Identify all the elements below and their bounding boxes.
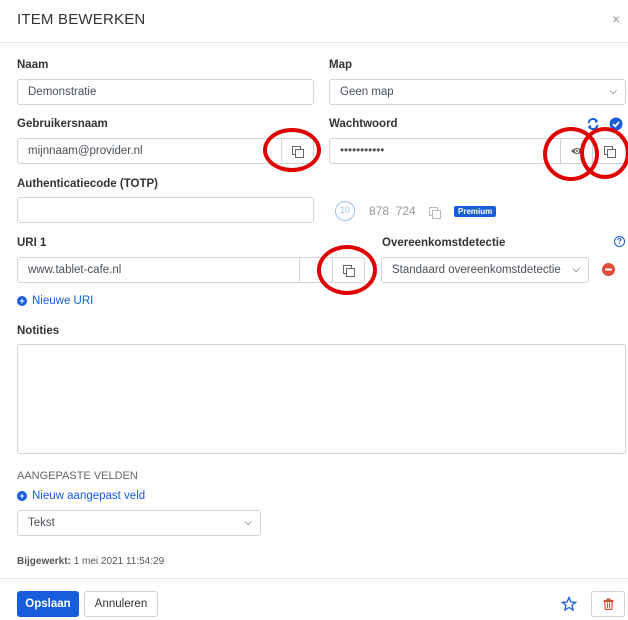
password-input[interactable]: ••••••••••• (329, 138, 561, 164)
copy-icon (343, 264, 355, 277)
match-detection-value: Standaard overeenkomstdetectie (392, 264, 561, 276)
toggle-password-button[interactable] (560, 138, 593, 164)
updated-label: Bijgewerkt: (17, 556, 71, 567)
copy-uri-button[interactable] (332, 257, 365, 283)
save-button[interactable]: Opslaan (17, 591, 79, 617)
delete-button[interactable] (591, 591, 625, 617)
folder-select[interactable]: Geen map ⌵ (329, 79, 626, 105)
copy-icon (603, 145, 616, 158)
chevron-down-icon: ⌵ (572, 264, 580, 275)
star-icon[interactable] (561, 596, 577, 612)
header-divider (0, 42, 628, 43)
new-custom-field-label: Nieuw aangepast veld (32, 490, 146, 502)
new-uri-label: Nieuwe URI (32, 295, 94, 307)
updated-info: Bijgewerkt: 1 mei 2021 11:54:29 (17, 556, 164, 567)
custom-field-type-select[interactable]: Tekst ⌵ (17, 510, 261, 536)
name-input[interactable]: Demonstratie (17, 79, 314, 105)
cancel-button[interactable]: Annuleren (84, 591, 158, 617)
folder-label: Map (329, 59, 352, 71)
notes-label: Notities (17, 325, 60, 337)
eye-icon (570, 148, 583, 154)
username-input[interactable]: mijnnaam@provider.nl (17, 138, 282, 164)
new-custom-field-link[interactable]: + Nieuw aangepast veld (17, 490, 145, 502)
name-label: Naam (17, 59, 49, 71)
totp-countdown: 10 (335, 201, 355, 221)
premium-badge[interactable]: Premium (454, 206, 497, 217)
notes-textarea[interactable] (17, 344, 626, 454)
custom-fields-heading: AANGEPASTE VELDEN (17, 470, 138, 482)
copy-password-button[interactable] (592, 138, 626, 164)
help-icon[interactable]: ? (614, 236, 625, 247)
launch-uri-button[interactable] (299, 257, 333, 283)
totp-input[interactable] (17, 197, 314, 223)
chevron-down-icon: ⌵ (244, 517, 252, 528)
uri-input[interactable]: www.tablet-cafe.nl (17, 257, 300, 283)
match-detection-label: Overeenkomstdetectie (382, 237, 506, 249)
updated-value: 1 mei 2021 11:54:29 (73, 556, 165, 567)
match-detection-select[interactable]: Standaard overeenkomstdetectie ⌵ (381, 257, 589, 283)
username-label: Gebruikersnaam (17, 118, 108, 130)
folder-select-value: Geen map (340, 86, 394, 98)
totp-code: 878 724 (369, 204, 416, 218)
check-circle-icon[interactable] (609, 117, 623, 131)
plus-circle-icon: + (17, 296, 27, 306)
custom-field-type-value: Tekst (28, 517, 55, 529)
uri-label: URI 1 (17, 237, 47, 249)
password-label: Wachtwoord (329, 118, 398, 130)
refresh-icon[interactable] (586, 117, 600, 131)
plus-circle-icon: + (17, 491, 27, 501)
minus-circle-icon[interactable] (602, 263, 615, 276)
footer-divider (0, 578, 628, 579)
new-uri-link[interactable]: + Nieuwe URI (17, 295, 93, 307)
trash-icon (603, 598, 613, 610)
totp-label: Authenticatiecode (TOTP) (17, 178, 158, 190)
dialog-title: ITEM BEWERKEN (17, 11, 146, 28)
copy-icon (292, 145, 304, 158)
chevron-down-icon: ⌵ (609, 86, 617, 97)
copy-username-button[interactable] (281, 138, 314, 164)
close-icon[interactable]: × (612, 11, 620, 27)
